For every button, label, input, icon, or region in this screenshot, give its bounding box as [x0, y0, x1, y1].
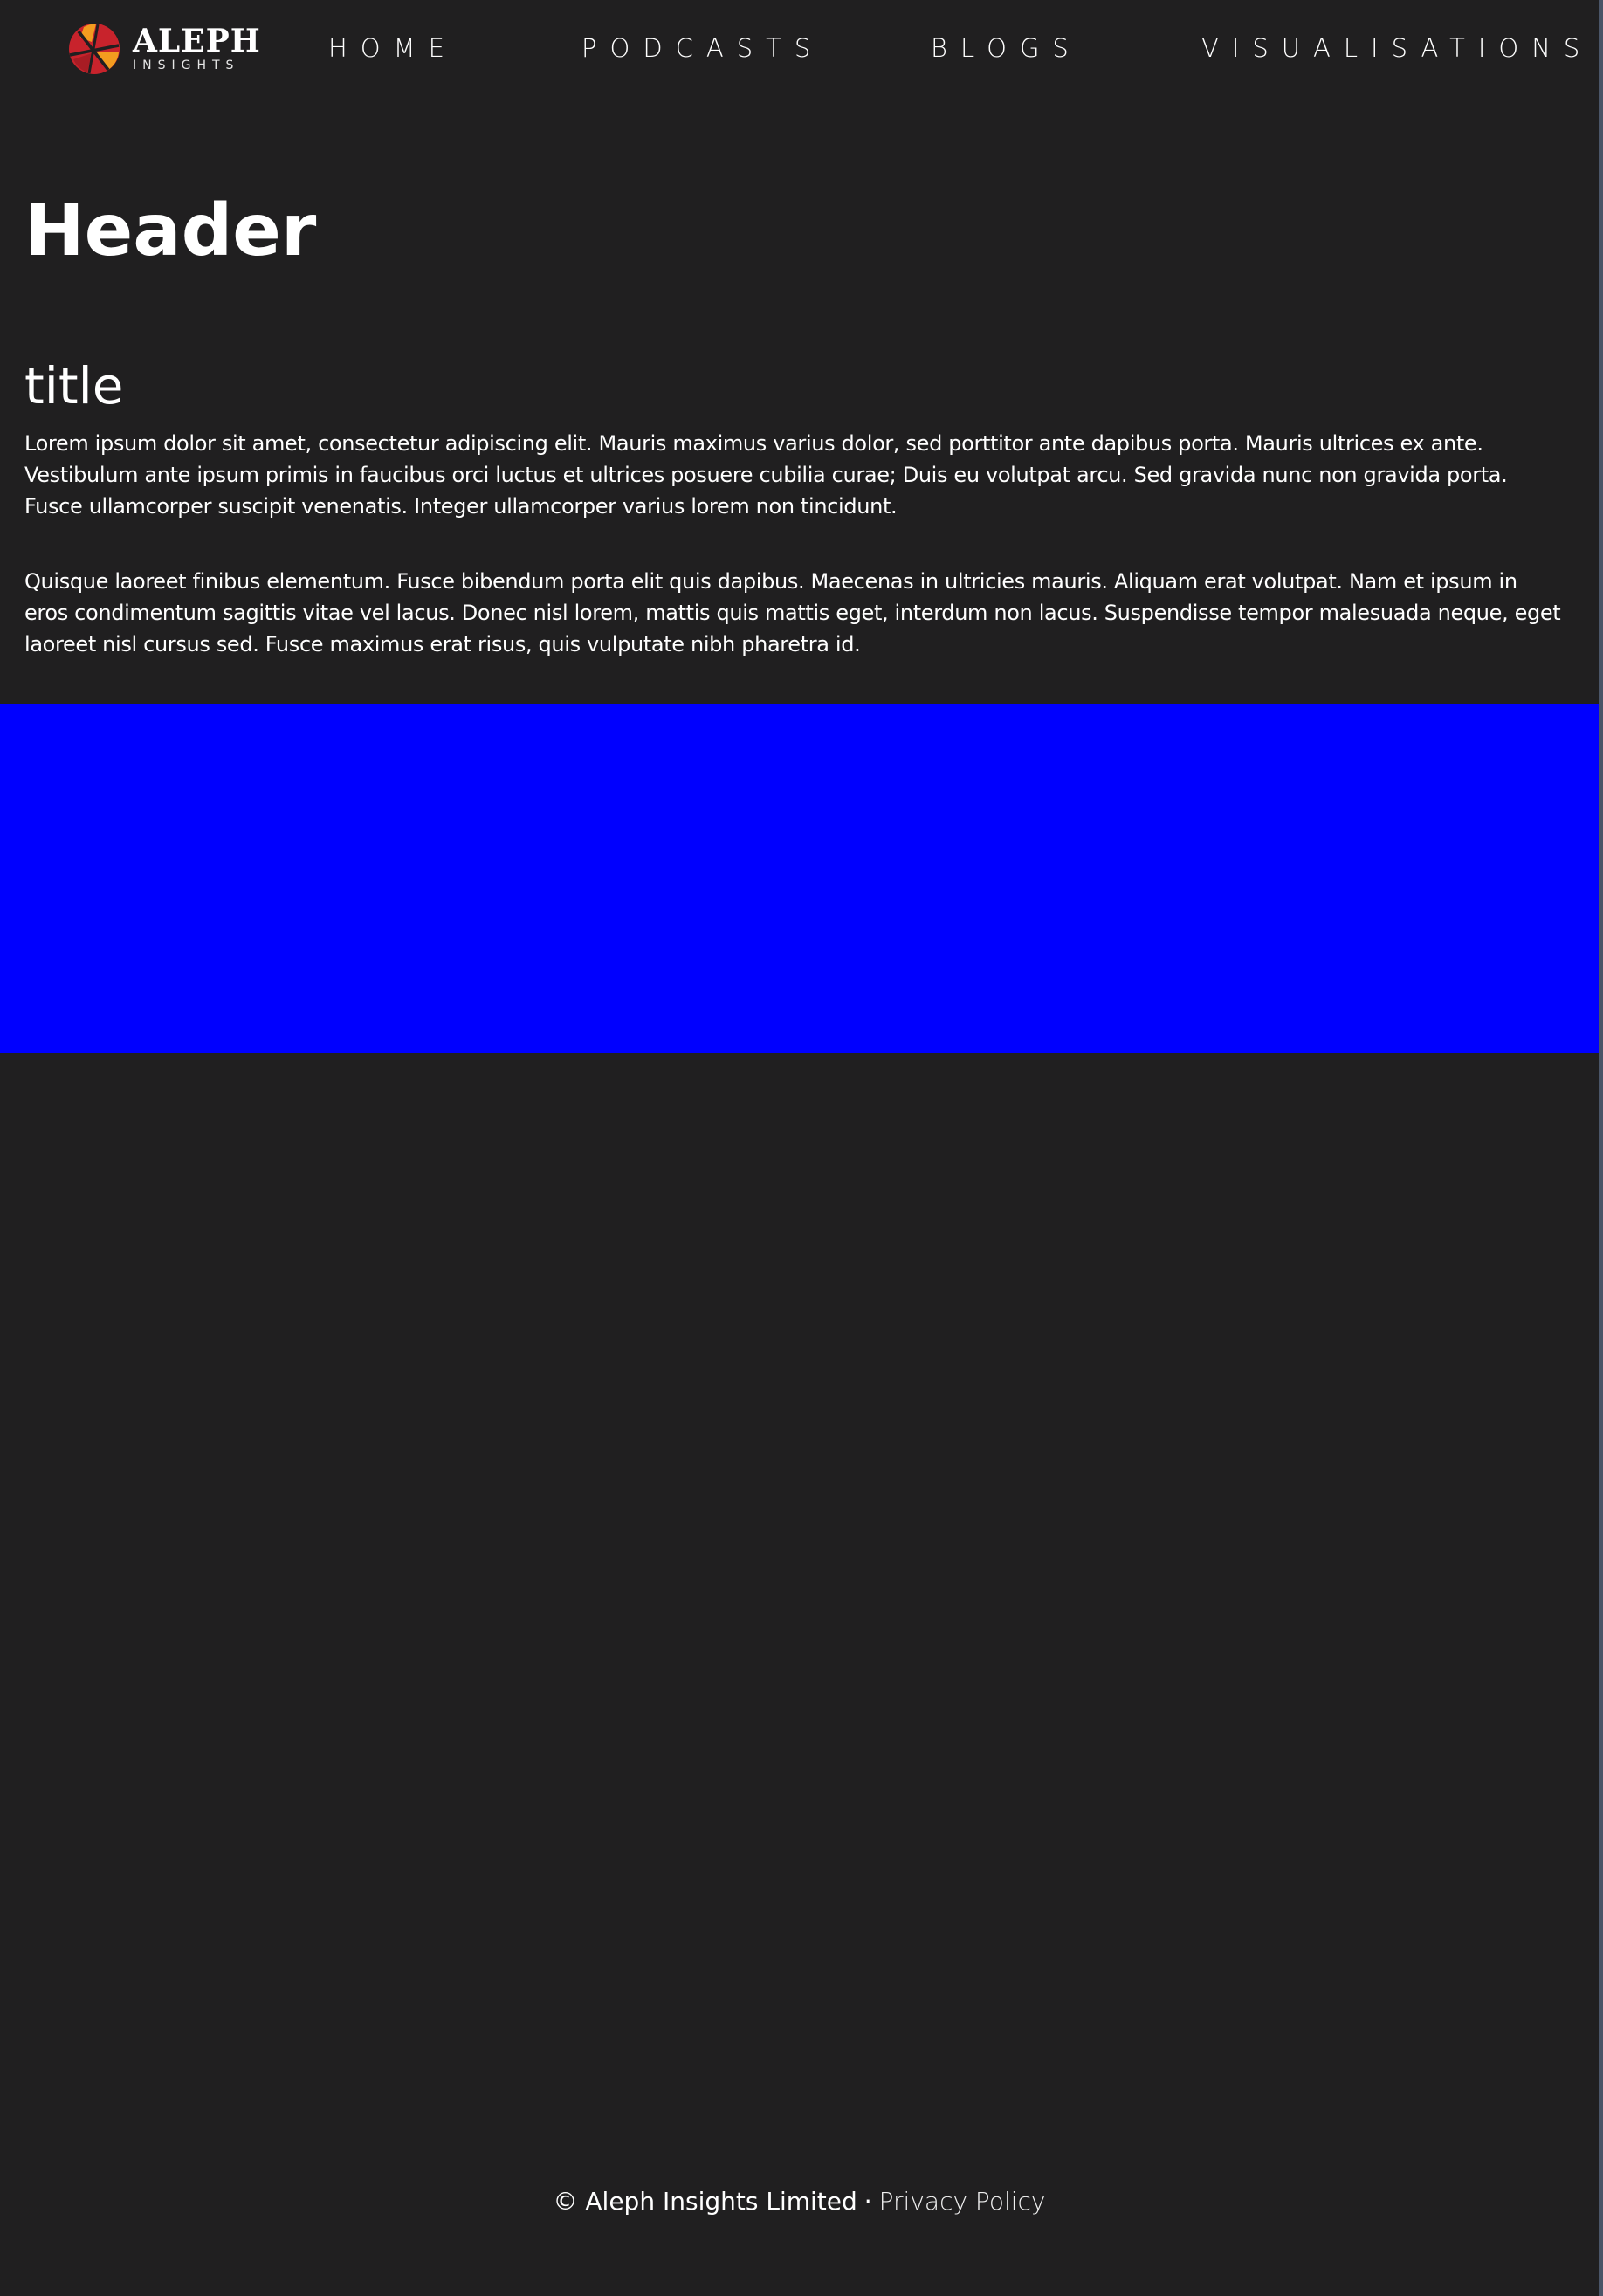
blue-content-band — [0, 704, 1599, 1053]
privacy-policy-link[interactable]: Privacy Policy — [879, 2187, 1046, 2216]
logo-link[interactable]: ALEPH INSIGHTS — [68, 23, 261, 75]
top-navigation: ALEPH INSIGHTS HOME PODCASTS BLOGS VISUA… — [0, 0, 1599, 105]
logo-name: ALEPH — [133, 23, 261, 59]
footer-separator: · — [863, 2187, 872, 2216]
page-header: Header — [24, 189, 317, 272]
logo-subtitle: INSIGHTS — [133, 58, 240, 72]
section-title: title — [24, 356, 124, 416]
window-edge — [1599, 0, 1603, 2296]
body-paragraph: Quisque laoreet finibus elementum. Fusce… — [24, 569, 1561, 656]
body-paragraph: Lorem ipsum dolor sit amet, consectetur … — [24, 431, 1508, 519]
page: ALEPH INSIGHTS HOME PODCASTS BLOGS VISUA… — [0, 0, 1603, 2296]
nav-link-visualisations[interactable]: VISUALISATIONS — [1201, 33, 1593, 63]
nav-link-blogs[interactable]: BLOGS — [931, 33, 1082, 63]
footer: © Aleph Insights Limited · Privacy Policy — [0, 2183, 1599, 2221]
nav-link-home[interactable]: HOME — [328, 33, 458, 63]
nav-link-podcasts[interactable]: PODCASTS — [581, 33, 823, 63]
logo-text: ALEPH INSIGHTS — [133, 25, 261, 72]
aleph-logo-icon — [69, 24, 120, 74]
footer-copyright: © Aleph Insights Limited — [553, 2187, 857, 2216]
